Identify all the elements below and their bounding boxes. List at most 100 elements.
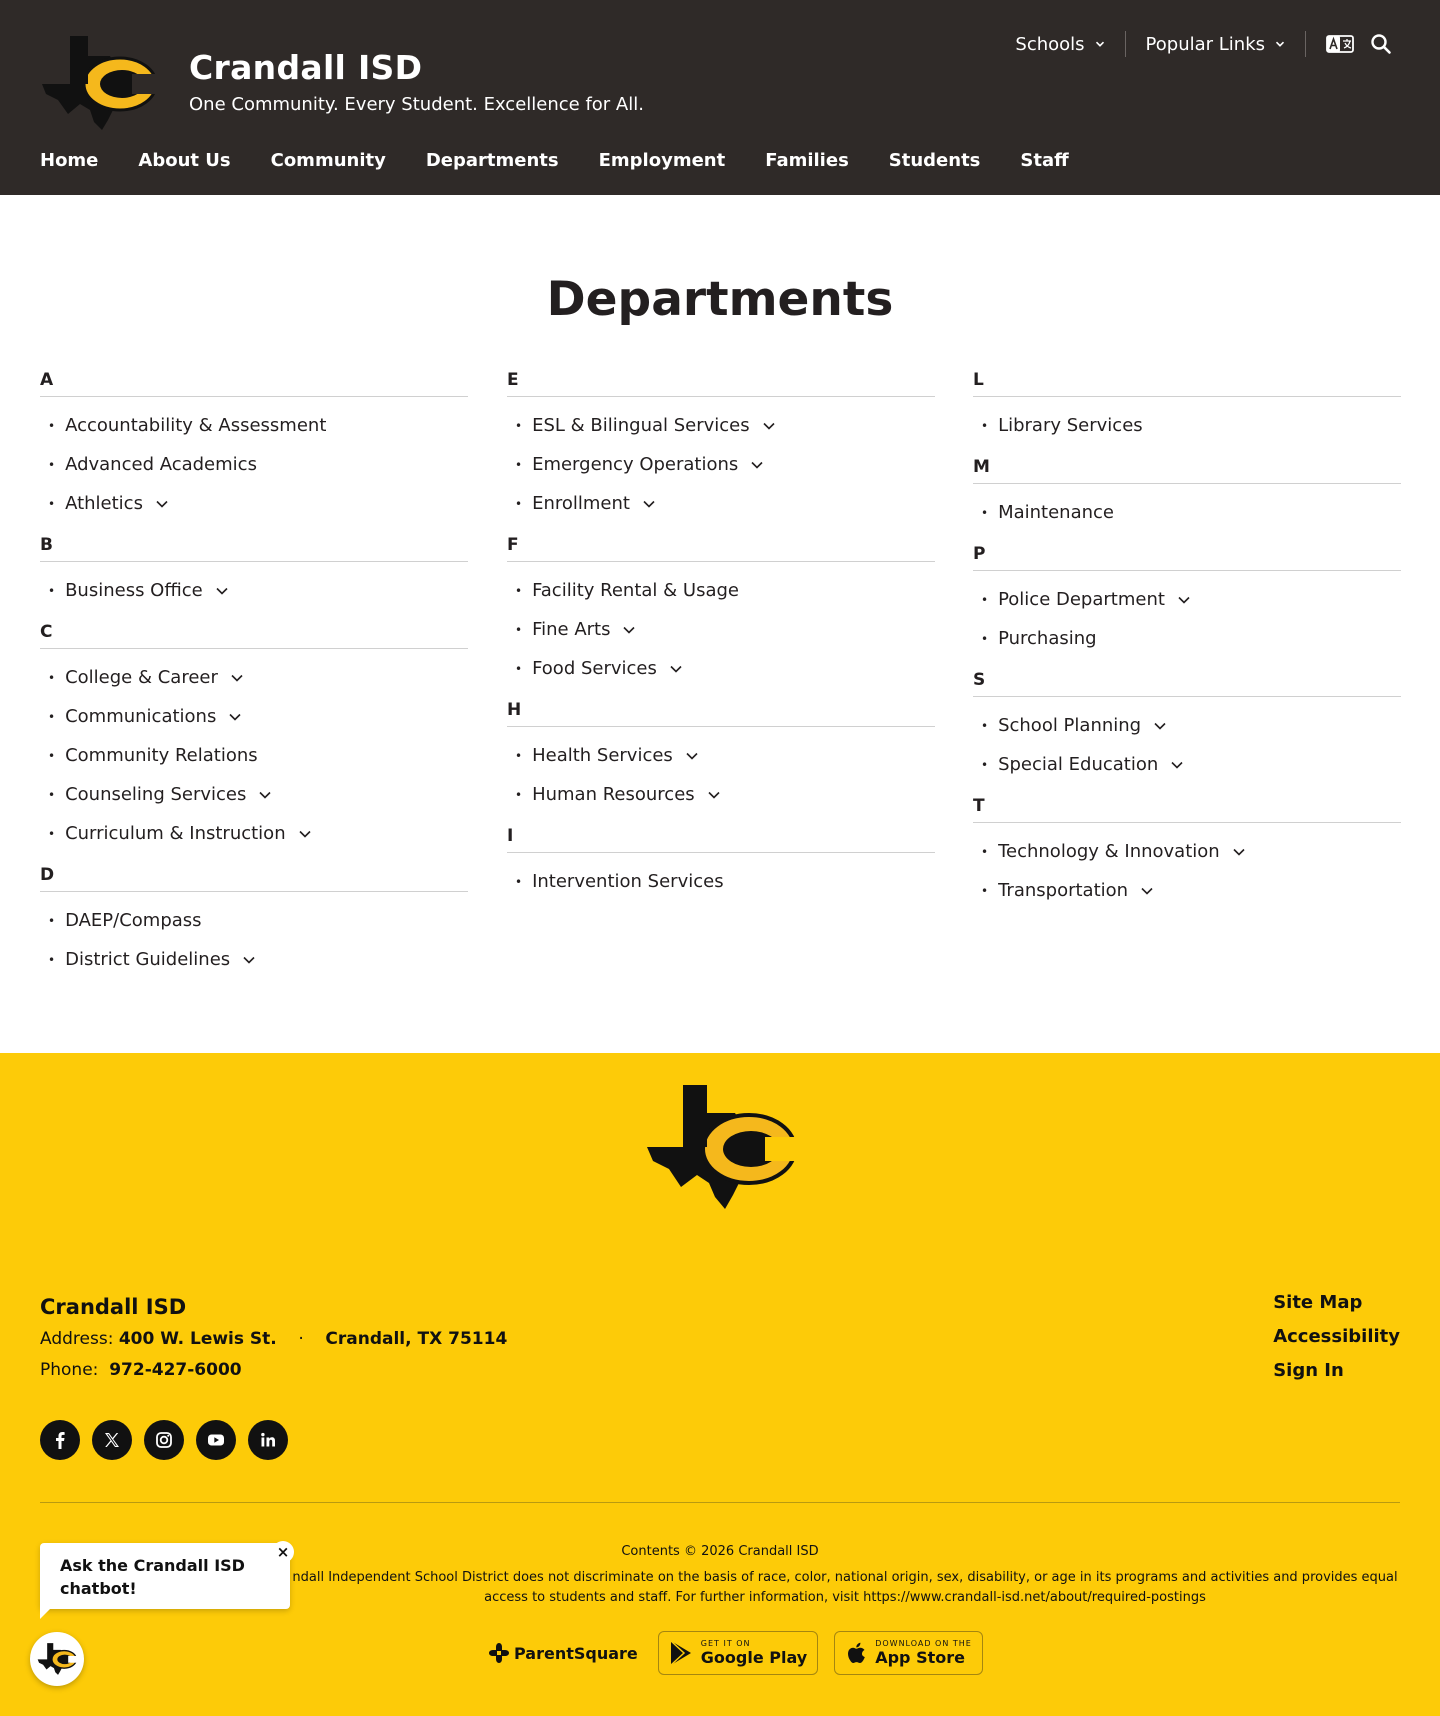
letter-group-b: B • Business Office [40, 535, 468, 610]
letter-group-s: S • School Planning • Special Education [973, 670, 1401, 784]
chevron-down-icon[interactable] [1177, 593, 1191, 607]
department-item-school-planning[interactable]: • School Planning [973, 706, 1401, 745]
nav-staff[interactable]: Staff [1020, 150, 1068, 171]
nav-employment[interactable]: Employment [599, 150, 726, 171]
bullet-icon: • [981, 631, 989, 646]
chevron-down-icon[interactable] [1153, 719, 1167, 733]
site-header: Crandall ISD One Community. Every Studen… [0, 0, 1440, 195]
chatbot-prompt[interactable]: Ask the Crandall ISD chatbot! [40, 1543, 290, 1609]
phone-number[interactable]: 972-427-6000 [109, 1360, 241, 1380]
chevron-down-icon[interactable] [642, 497, 656, 511]
address-label: Address: [40, 1329, 114, 1349]
linkedin-link[interactable] [248, 1420, 288, 1460]
letter-heading: S [973, 670, 1401, 697]
department-item-communications[interactable]: • Communications [40, 697, 468, 736]
nondiscrimination-notice: ndall Independent School District does n… [292, 1570, 1398, 1605]
popular-links-dropdown[interactable]: Popular Links [1126, 34, 1305, 55]
department-item-accountability-and-assessment[interactable]: • Accountability & Assessment [40, 406, 468, 445]
app-store-small: DOWNLOAD ON THE [875, 1639, 972, 1648]
nav-families[interactable]: Families [765, 150, 849, 171]
bullet-icon: • [515, 787, 523, 802]
google-play-big: Google Play [700, 1648, 808, 1667]
nav-community[interactable]: Community [271, 150, 386, 171]
department-item-health-services[interactable]: • Health Services [507, 736, 935, 775]
department-item-daep-compass[interactable]: • DAEP/Compass [40, 901, 468, 940]
parentsquare-link[interactable]: ParentSquare [488, 1642, 638, 1664]
department-item-library-services[interactable]: • Library Services [973, 406, 1401, 445]
chevron-down-icon[interactable] [298, 827, 312, 841]
chevron-down-icon[interactable] [258, 788, 272, 802]
chevron-down-icon[interactable] [230, 671, 244, 685]
letter-group-l: L • Library Services [973, 370, 1401, 445]
nav-about-us[interactable]: About Us [138, 150, 230, 171]
footer-utility-links: Site Map Accessibility Sign In [1273, 1292, 1400, 1394]
department-item-facility-rental-and-usage[interactable]: • Facility Rental & Usage [507, 571, 935, 610]
chevron-down-icon[interactable] [622, 623, 636, 637]
address-city[interactable]: Crandall, TX 75114 [325, 1329, 507, 1349]
nav-students[interactable]: Students [889, 150, 981, 171]
chevron-down-icon[interactable] [707, 788, 721, 802]
department-item-transportation[interactable]: • Transportation [973, 871, 1401, 910]
site-name[interactable]: Crandall ISD [189, 48, 422, 87]
nav-home[interactable]: Home [40, 150, 98, 171]
sign-in-link[interactable]: Sign In [1273, 1360, 1400, 1381]
department-item-college-and-career[interactable]: • College & Career [40, 658, 468, 697]
chevron-down-icon[interactable] [1232, 845, 1246, 859]
department-item-fine-arts[interactable]: • Fine Arts [507, 610, 935, 649]
department-label: Human Resources [532, 784, 695, 805]
chevron-down-icon[interactable] [762, 419, 776, 433]
chevron-down-icon[interactable] [228, 710, 242, 724]
department-item-esl-and-bilingual-services[interactable]: • ESL & Bilingual Services [507, 406, 935, 445]
department-item-counseling-services[interactable]: • Counseling Services [40, 775, 468, 814]
address-street[interactable]: 400 W. Lewis St. [119, 1329, 277, 1349]
letter-heading: E [507, 370, 935, 397]
department-item-enrollment[interactable]: • Enrollment [507, 484, 935, 523]
chevron-down-icon[interactable] [1170, 758, 1184, 772]
app-store-link[interactable]: DOWNLOAD ON THE App Store [834, 1631, 983, 1675]
chevron-down-icon[interactable] [155, 497, 169, 511]
chatbot-close-button[interactable]: × [272, 1541, 294, 1563]
department-item-purchasing[interactable]: • Purchasing [973, 619, 1401, 658]
chevron-down-icon[interactable] [750, 458, 764, 472]
letter-heading: M [973, 457, 1401, 484]
search-button[interactable] [1362, 33, 1400, 55]
department-item-emergency-operations[interactable]: • Emergency Operations [507, 445, 935, 484]
department-item-police-department[interactable]: • Police Department [973, 580, 1401, 619]
department-item-food-services[interactable]: • Food Services [507, 649, 935, 688]
department-item-intervention-services[interactable]: • Intervention Services [507, 862, 935, 901]
department-item-curriculum-and-instruction[interactable]: • Curriculum & Instruction [40, 814, 468, 853]
department-item-maintenance[interactable]: • Maintenance [973, 493, 1401, 532]
google-play-link[interactable]: GET IT ON Google Play [657, 1631, 819, 1675]
chevron-down-icon[interactable] [685, 749, 699, 763]
schools-dropdown[interactable]: Schools [995, 34, 1124, 55]
department-item-community-relations[interactable]: • Community Relations [40, 736, 468, 775]
district-logo-icon[interactable] [645, 1083, 797, 1211]
site-map-link[interactable]: Site Map [1273, 1292, 1400, 1313]
accessibility-link[interactable]: Accessibility [1273, 1326, 1400, 1347]
instagram-link[interactable] [144, 1420, 184, 1460]
chevron-down-icon[interactable] [242, 953, 256, 967]
department-item-athletics[interactable]: • Athletics [40, 484, 468, 523]
x-link[interactable] [92, 1420, 132, 1460]
district-logo-icon[interactable] [40, 34, 158, 132]
translate-button[interactable] [1306, 35, 1362, 53]
chevron-down-icon[interactable] [1140, 884, 1154, 898]
facebook-link[interactable] [40, 1420, 80, 1460]
nav-departments[interactable]: Departments [426, 150, 559, 171]
instagram-icon [156, 1432, 172, 1448]
department-item-technology-and-innovation[interactable]: • Technology & Innovation [973, 832, 1401, 871]
youtube-link[interactable] [196, 1420, 236, 1460]
bullet-icon: • [48, 826, 56, 841]
chatbot-launcher-button[interactable] [30, 1632, 84, 1686]
department-item-special-education[interactable]: • Special Education [973, 745, 1401, 784]
department-item-business-office[interactable]: • Business Office [40, 571, 468, 610]
footer-phone: Phone: 972-427-6000 [40, 1360, 242, 1380]
department-item-district-guidelines[interactable]: • District Guidelines [40, 940, 468, 979]
department-item-human-resources[interactable]: • Human Resources [507, 775, 935, 814]
bullet-icon: • [48, 952, 56, 967]
chatbot-logo-icon [37, 1643, 77, 1675]
department-item-advanced-academics[interactable]: • Advanced Academics [40, 445, 468, 484]
chevron-down-icon[interactable] [215, 584, 229, 598]
translate-icon [1326, 35, 1354, 53]
chevron-down-icon[interactable] [669, 662, 683, 676]
